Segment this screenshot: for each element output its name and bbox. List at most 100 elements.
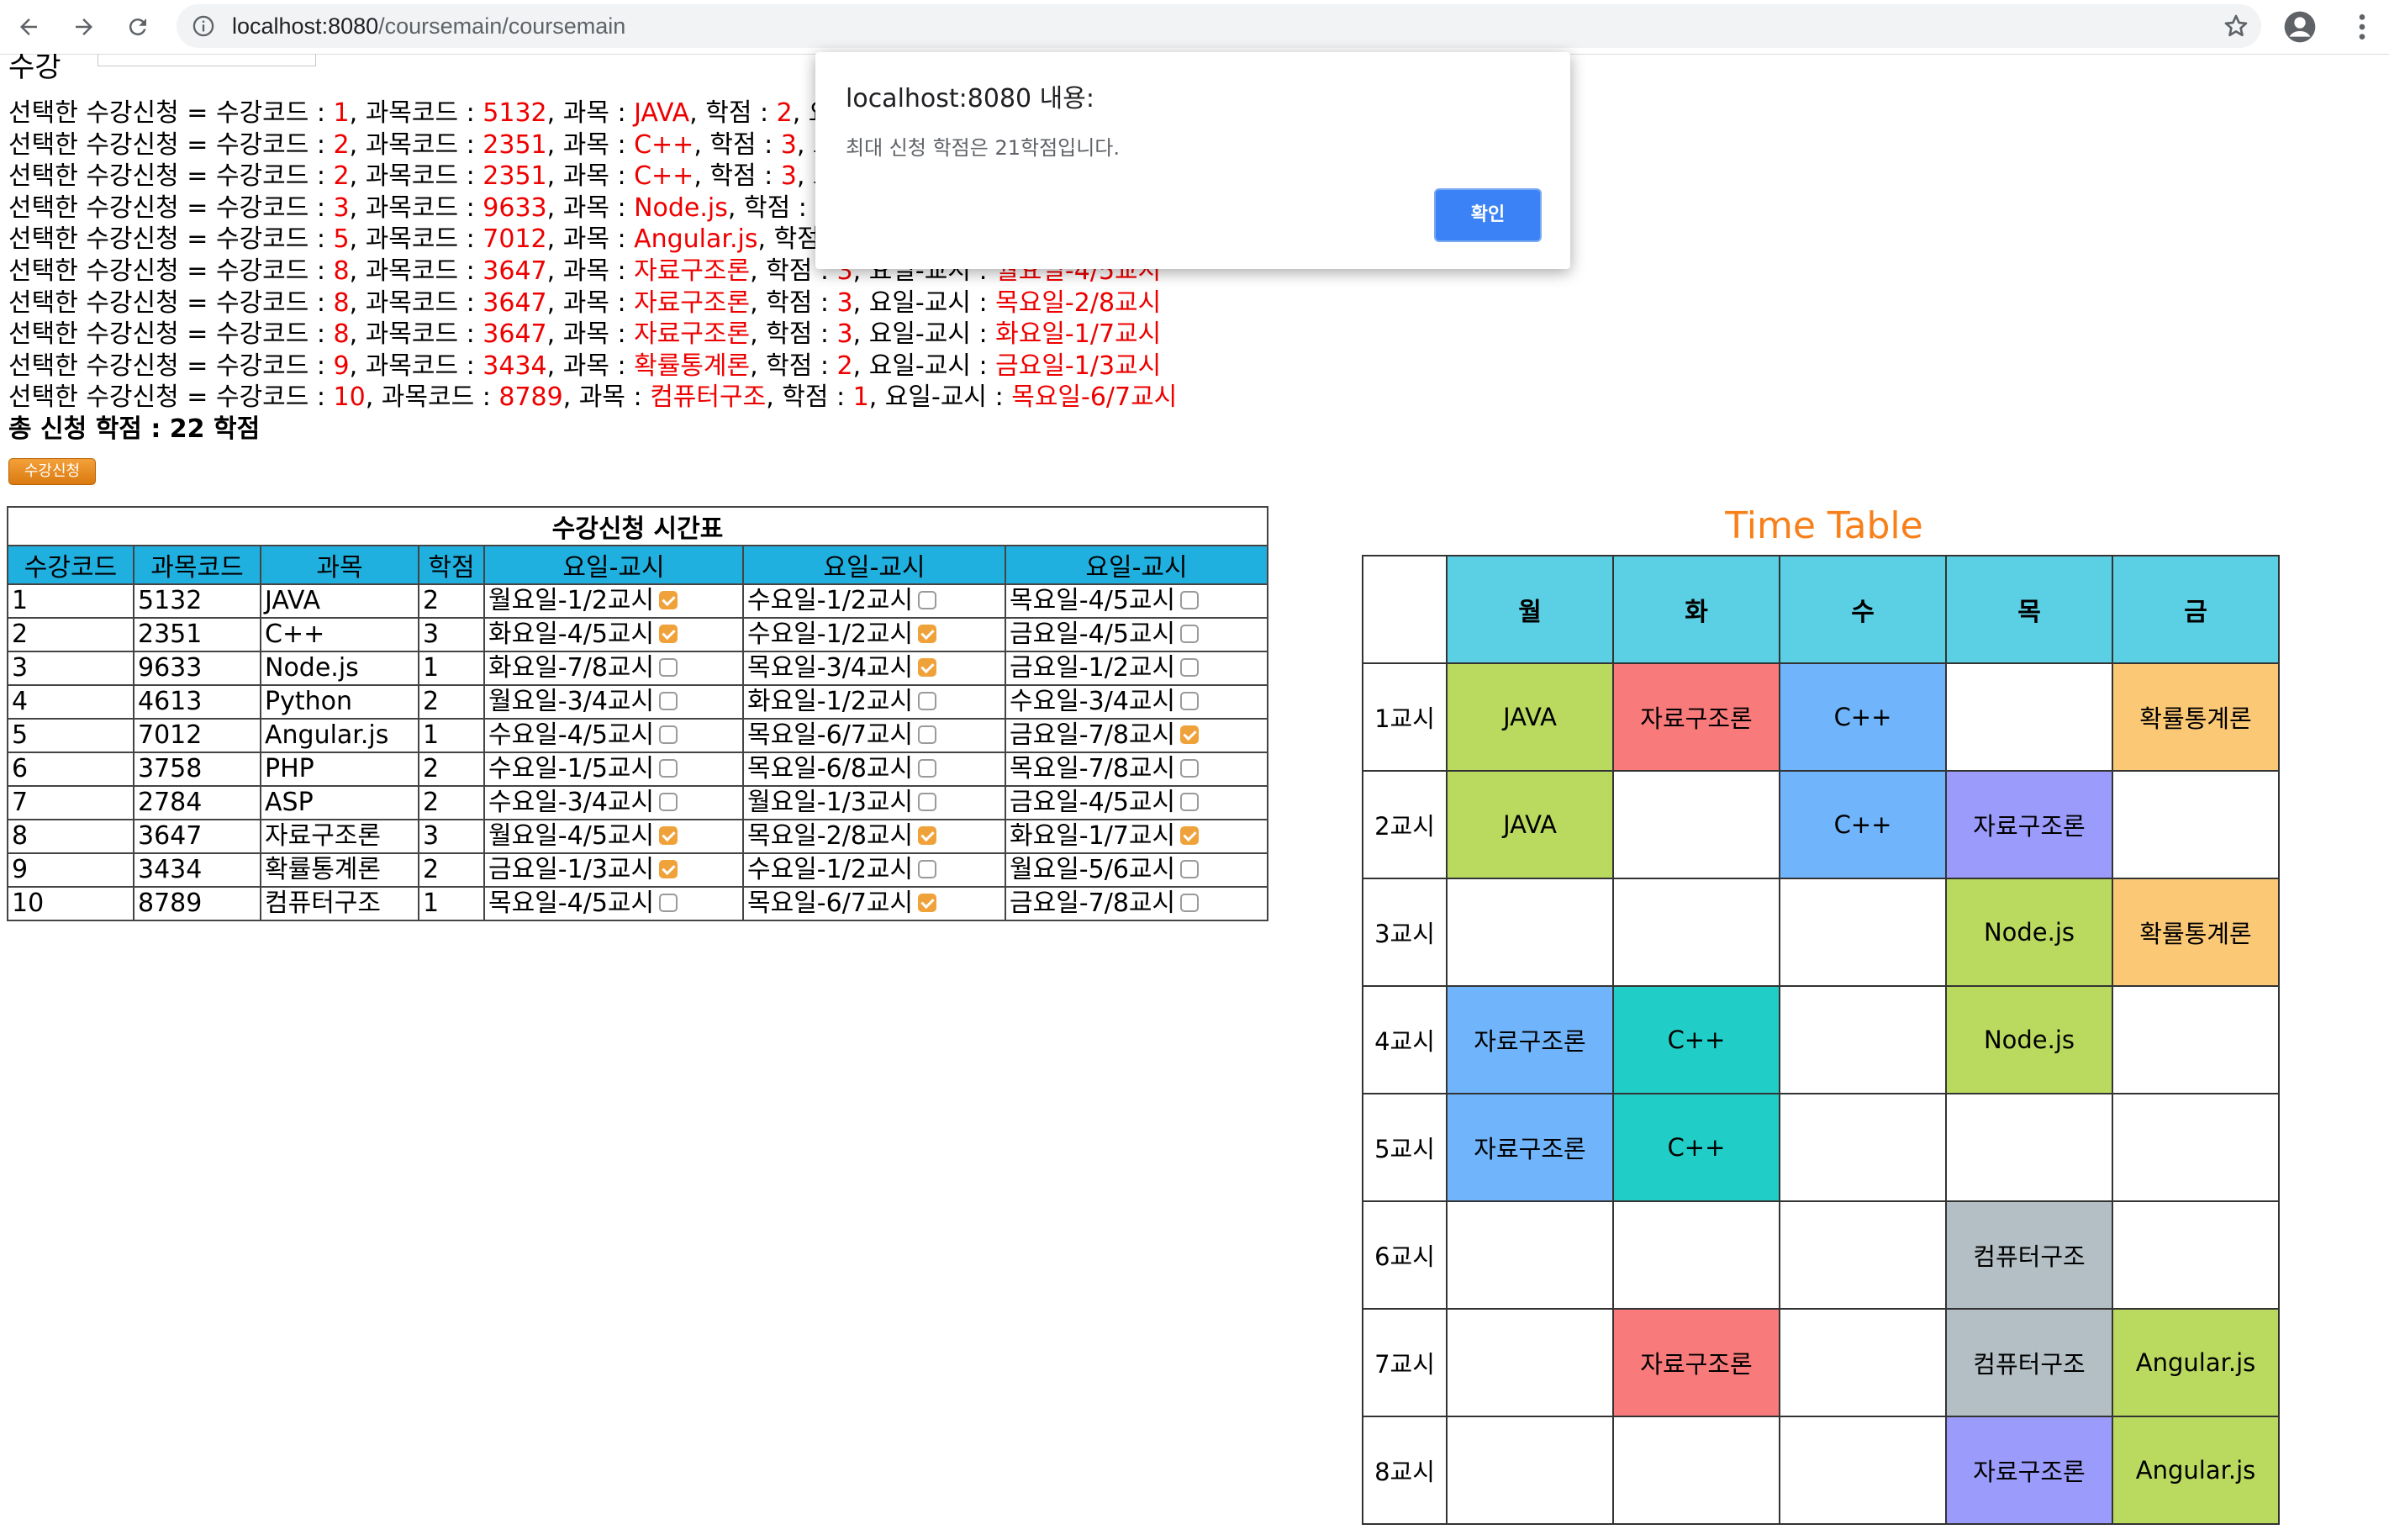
selected-course-text: 선택한 수강신청 = 수강코드 : [8, 287, 334, 318]
timetable-cell [1612, 770, 1780, 879]
slot-checkbox[interactable] [918, 758, 937, 778]
slot-checkbox[interactable] [659, 792, 678, 811]
slot-checkbox[interactable] [659, 691, 678, 710]
partial-label: 수강 [8, 54, 61, 84]
cell-subject-code: 9633 [133, 651, 261, 686]
timetable-cell: Node.js [1945, 985, 2113, 1094]
slot-checkbox[interactable] [1180, 792, 1200, 811]
slot-label: 목요일-4/5교시 [1010, 586, 1176, 615]
timetable-row: 1교시 JAVA 자료구조론 C++ 확률통계론 [1362, 662, 2280, 772]
timetable-cell [1945, 662, 2113, 772]
cell-subject: JAVA [260, 583, 419, 619]
dialog-ok-button[interactable]: 확인 [1434, 188, 1542, 242]
slot-checkbox-checked[interactable] [918, 657, 937, 677]
selected-course-text: 선택한 수강신청 = 수강코드 : [8, 256, 334, 286]
slot-checkbox-checked[interactable] [918, 893, 937, 912]
partial-input[interactable] [98, 54, 316, 66]
selected-course-value: 8 [333, 256, 350, 286]
slot-checkbox-checked[interactable] [918, 624, 937, 643]
apply-button[interactable]: 수강신청 [8, 458, 96, 485]
info-icon[interactable] [192, 14, 215, 38]
slot-checkbox[interactable] [659, 725, 678, 744]
reload-icon [129, 18, 146, 36]
slot-checkbox[interactable] [918, 590, 937, 609]
reload-button[interactable] [119, 8, 156, 45]
selected-course-text: , 과목 : [546, 129, 635, 160]
cell-code: 7 [7, 785, 134, 820]
slot-checkbox[interactable] [1180, 859, 1200, 878]
selected-course-value: 5 [333, 224, 350, 255]
slot-checkbox[interactable] [918, 725, 937, 744]
timetable-cell: 확률통계론 [2112, 662, 2280, 772]
timetable-period-label: 4교시 [1362, 985, 1448, 1094]
slot-checkbox[interactable] [1180, 624, 1200, 643]
slot-checkbox-checked[interactable] [918, 825, 937, 845]
selected-course-line: 선택한 수강신청 = 수강코드 : 9, 과목코드 : 3434, 과목 : 확… [8, 351, 1269, 382]
back-button[interactable] [10, 8, 47, 45]
selected-course-text: 선택한 수강신청 = 수강코드 : [8, 98, 334, 128]
timetable-day-header: 금 [2112, 555, 2280, 664]
timetable-cell: 컴퓨터구조 [1945, 1200, 2113, 1310]
more-vert-icon[interactable] [2345, 10, 2379, 44]
slot-checkbox[interactable] [1180, 893, 1200, 912]
cell-credit: 1 [418, 718, 485, 753]
selected-course-value: 1 [852, 382, 869, 413]
cell-credit: 2 [418, 785, 485, 820]
cell-code: 1 [7, 583, 134, 619]
selected-course-text: , 과목코드 : [365, 382, 499, 413]
selected-course-text: , 학점 : [727, 192, 815, 223]
url-text[interactable]: localhost:8080/coursemain/coursemain [232, 4, 625, 48]
timetable-cell: C++ [1779, 662, 1947, 772]
timetable-cell [1446, 1200, 1614, 1310]
table-row: 6 3758 PHP 2 수요일-1/5교시 목요일-6/8교시 목요일-7/8교시 [7, 752, 1268, 787]
slot-label: 수요일-1/5교시 [488, 754, 655, 783]
slot-checkbox-checked[interactable] [659, 590, 678, 609]
slot-checkbox[interactable] [659, 758, 678, 778]
slot-checkbox[interactable] [1180, 590, 1200, 609]
slot-checkbox-checked[interactable] [1180, 825, 1200, 845]
slot-checkbox[interactable] [918, 792, 937, 811]
bookmark-star-icon[interactable] [2223, 13, 2249, 40]
slot-checkbox[interactable] [918, 859, 937, 878]
cell-slot: 화요일-4/5교시 [483, 617, 744, 652]
selected-course-value: 1 [333, 98, 350, 128]
slot-checkbox[interactable] [1180, 657, 1200, 677]
selected-course-value: 8789 [498, 382, 563, 413]
cell-subject: Node.js [260, 651, 419, 686]
slot-label: 목요일-6/7교시 [747, 889, 914, 918]
timetable-cell [1446, 878, 1614, 987]
table-row: 1 5132 JAVA 2 월요일-1/2교시 수요일-1/2교시 목요일-4/5교시 [7, 583, 1268, 619]
cell-code: 10 [7, 886, 134, 921]
timetable-cell: 자료구조론 [1945, 770, 2113, 879]
address-bar[interactable]: localhost:8080/coursemain/coursemain [177, 4, 2261, 48]
forward-button[interactable] [66, 8, 103, 45]
selected-course-text: 선택한 수강신청 = 수강코드 : [8, 192, 334, 223]
cell-slot: 목요일-6/7교시 [742, 886, 1006, 921]
cell-subject-code: 3758 [133, 752, 261, 787]
table-row: 2 2351 C++ 3 화요일-4/5교시 수요일-1/2교시 금요일-4/5교시 [7, 617, 1268, 652]
selected-course-line: 선택한 수강신청 = 수강코드 : 8, 과목코드 : 3647, 과목 : 자… [8, 319, 1269, 351]
page-content: 수강 선택한 수강신청 = 수강코드 : 1 , 과목코드 : 5 1 3 2 , 과목 … [0, 54, 2389, 1540]
timetable-row: 4교시 자료구조론 C++ Node.js [1362, 985, 2280, 1094]
slot-checkbox-checked[interactable] [659, 825, 678, 845]
slot-checkbox[interactable] [918, 691, 937, 710]
selected-course-value: 자료구조론 [634, 256, 751, 286]
slot-label: 목요일-6/7교시 [747, 720, 914, 750]
browser-toolbar: localhost:8080/coursemain/coursemain [0, 0, 2389, 55]
selected-course-value: 8 [333, 319, 350, 350]
slot-checkbox-checked[interactable] [659, 624, 678, 643]
account-icon[interactable] [2283, 10, 2317, 44]
slot-checkbox[interactable] [659, 893, 678, 912]
cell-slot: 수요일-3/4교시 [483, 785, 744, 820]
cell-code: 4 [7, 684, 134, 720]
table-row: 4 4613 Python 2 월요일-3/4교시 화요일-1/2교시 수요일-3/4교시 [7, 684, 1268, 720]
cell-slot: 화요일-1/2교시 [742, 684, 1006, 720]
slot-checkbox[interactable] [659, 657, 678, 677]
slot-checkbox-checked[interactable] [1180, 725, 1200, 744]
dialog-title: localhost:8080 내용: [846, 84, 1094, 113]
slot-checkbox[interactable] [1180, 691, 1200, 710]
selected-course-value: 3 [836, 319, 853, 350]
slot-label: 수요일-4/5교시 [488, 720, 655, 750]
slot-checkbox[interactable] [1180, 758, 1200, 778]
slot-checkbox-checked[interactable] [659, 859, 678, 878]
